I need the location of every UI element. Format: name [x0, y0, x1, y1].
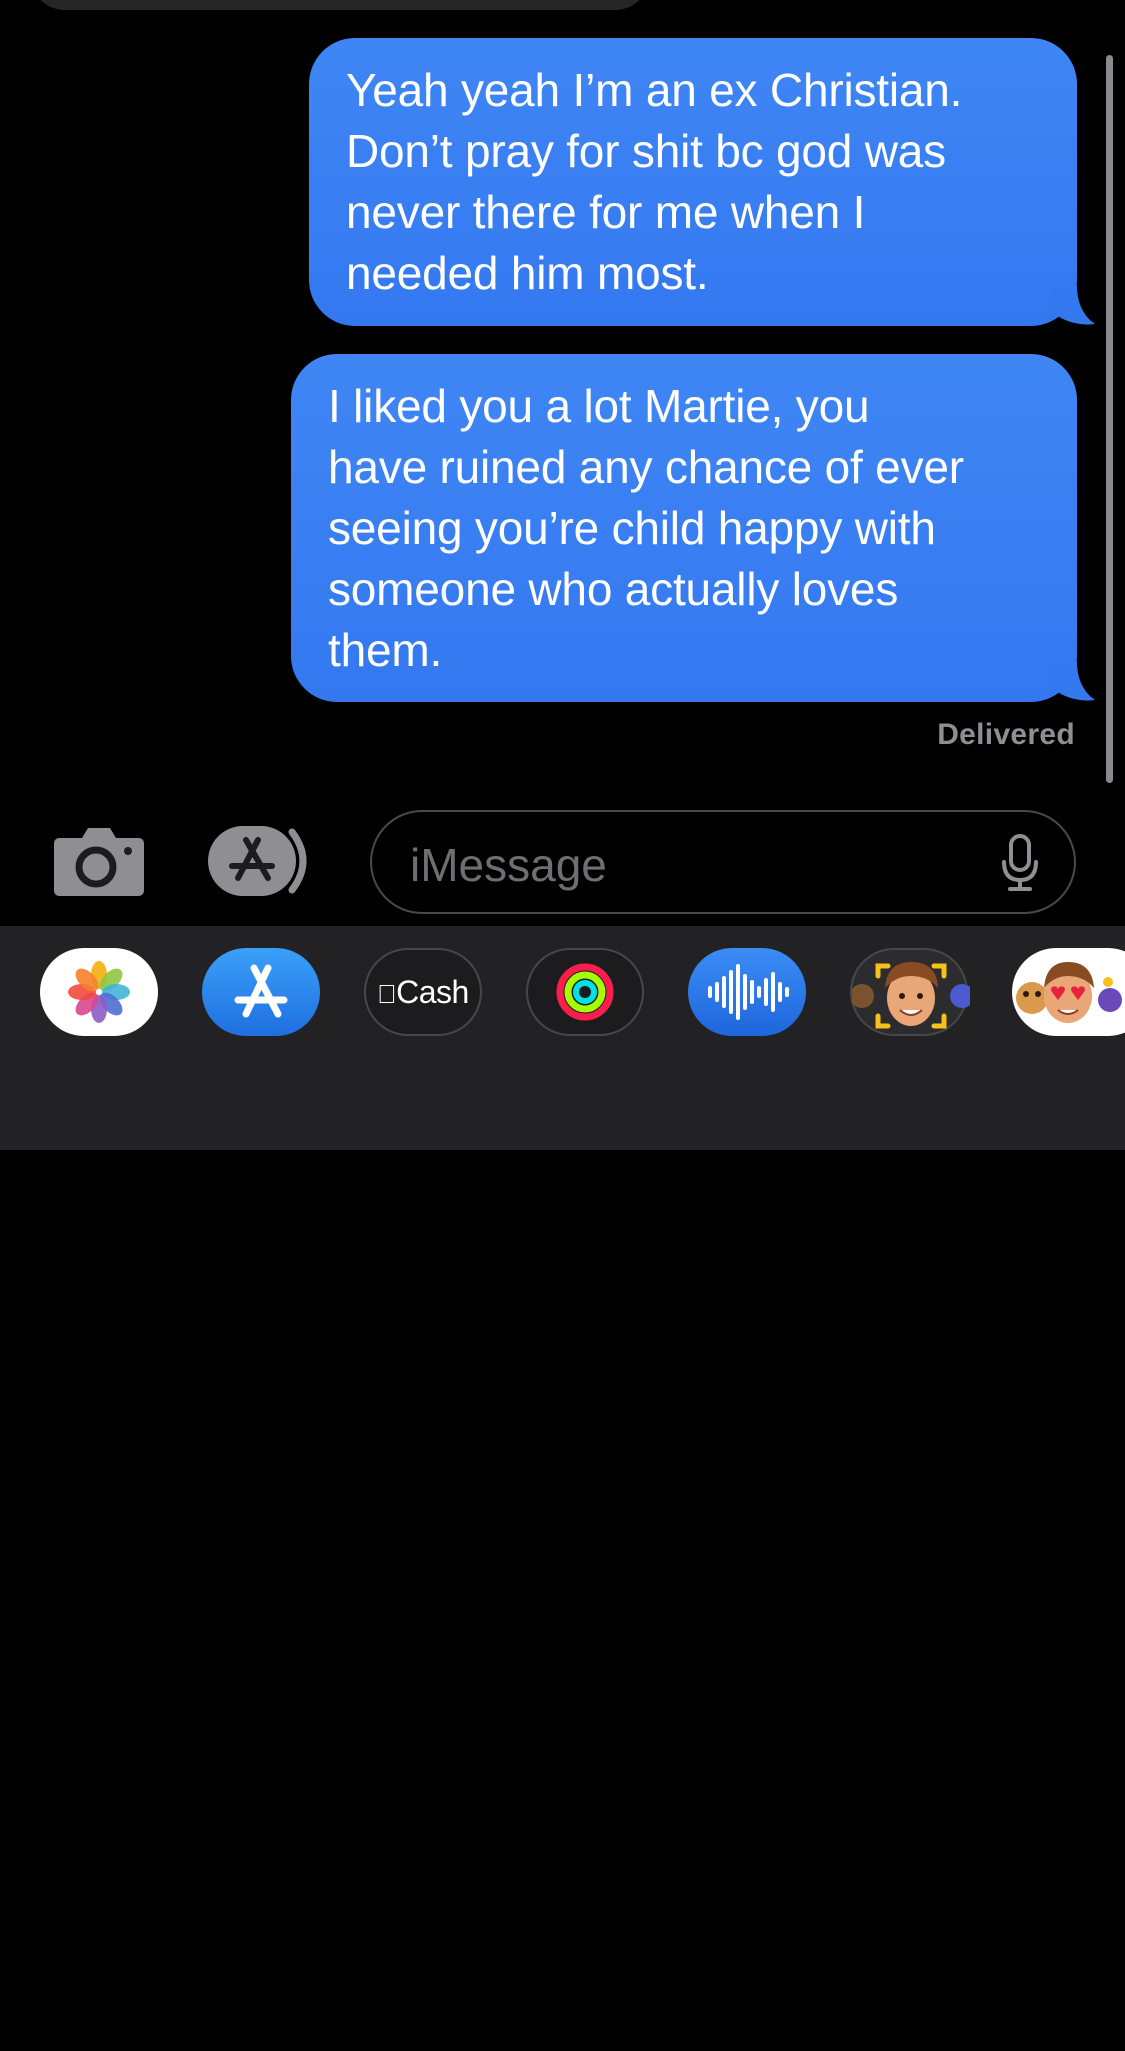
- camera-button[interactable]: [52, 824, 146, 898]
- photos-icon: [68, 961, 130, 1023]
- bubble-tail: [1051, 286, 1095, 325]
- waveform-icon: [708, 964, 789, 1020]
- message-input[interactable]: iMessage: [370, 810, 1076, 914]
- audio-message-app-button[interactable]: [688, 948, 806, 1036]
- outgoing-message-bubble[interactable]: Yeah yeah I’m an ex Christian. Don’t pra…: [309, 38, 1095, 326]
- apps-button[interactable]: [206, 824, 324, 898]
- scroll-indicator[interactable]: [1106, 55, 1113, 783]
- activity-app-button[interactable]: [526, 948, 644, 1036]
- home-indicator[interactable]: [362, 2036, 764, 2051]
- app-drawer: Cash: [0, 926, 1125, 2051]
- photos-app-button[interactable]: [40, 948, 158, 1036]
- message-placeholder: iMessage: [410, 839, 607, 891]
- apple-logo: : [377, 979, 397, 1009]
- memoji-icon: [852, 962, 970, 1029]
- camera-icon: [54, 828, 144, 896]
- message-text: I liked you a lot Martie, you have ruine…: [328, 380, 964, 676]
- delivery-status: Delivered: [937, 718, 1075, 751]
- memoji-stickers-app-button[interactable]: [1012, 948, 1125, 1036]
- app-store-icon: [234, 964, 288, 1018]
- apple-cash-label: Cash: [366, 950, 480, 1034]
- apple-cash-app-button[interactable]: Cash: [364, 948, 482, 1036]
- memoji-app-button[interactable]: [850, 948, 970, 1036]
- memoji-stickers-icon: [1016, 962, 1122, 1023]
- app-store-app-button[interactable]: [202, 948, 320, 1036]
- outgoing-message-bubble[interactable]: I liked you a lot Martie, you have ruine…: [291, 354, 1095, 702]
- microphone-icon[interactable]: [1000, 834, 1040, 892]
- previous-message-bubble: [30, 0, 650, 10]
- app-store-icon: [208, 826, 307, 896]
- message-text: Yeah yeah I’m an ex Christian. Don’t pra…: [346, 64, 963, 299]
- bubble-tail: [1051, 662, 1095, 701]
- activity-rings-icon: [556, 963, 614, 1021]
